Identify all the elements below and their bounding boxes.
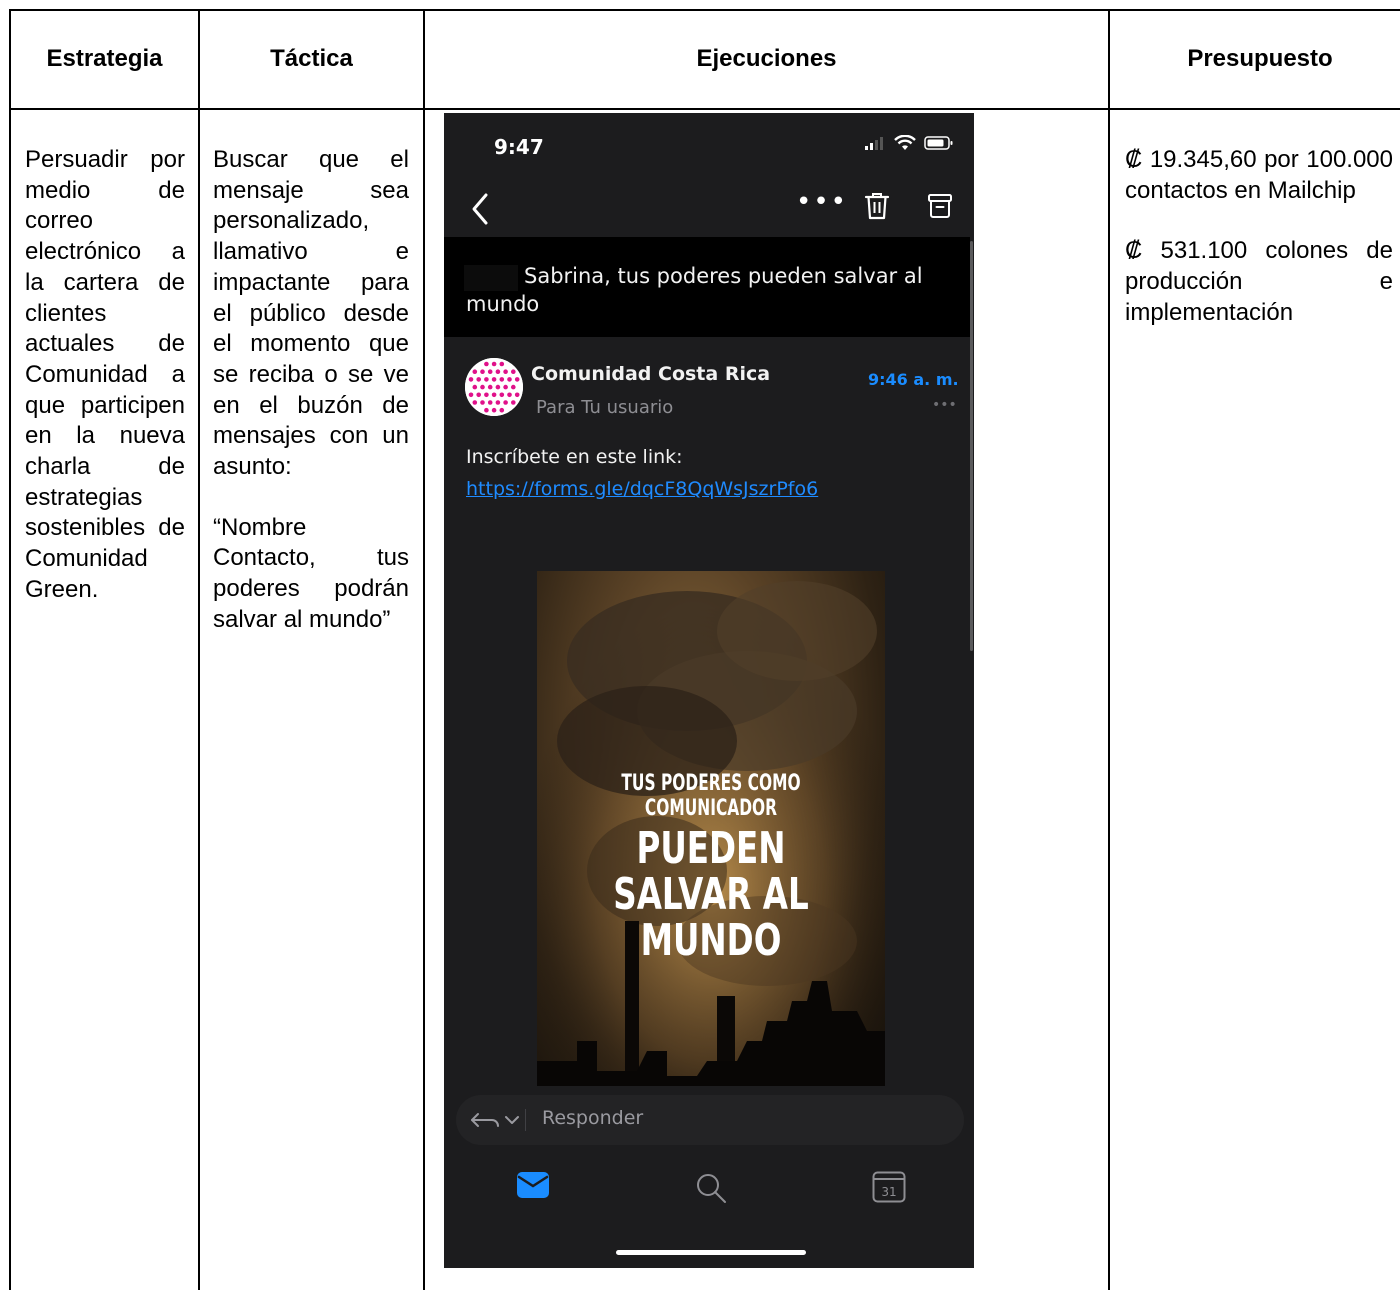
email-screenshot: 9:47 ••• Sabrina, tus poderes pueden sal… xyxy=(444,113,974,1268)
poster-subtitle: TUS PODERES COMO COMUNICADOR xyxy=(621,771,801,821)
calendar-tab-icon[interactable]: 31 xyxy=(872,1171,906,1203)
table-divider-2 xyxy=(423,9,425,1290)
back-chevron-icon[interactable] xyxy=(466,189,496,229)
poster-image: TUS PODERES COMO COMUNICADOR PUEDEN SALV… xyxy=(537,571,885,1086)
signal-icon xyxy=(865,137,883,150)
header-budget: Presupuesto xyxy=(1187,45,1333,72)
details-more-icon[interactable]: ••• xyxy=(932,397,957,413)
calendar-day: 31 xyxy=(881,1185,896,1199)
sender-time: 9:46 a. m. xyxy=(868,370,959,389)
wifi-icon xyxy=(894,135,916,150)
subject-band: Sabrina, tus poderes pueden salvar al mu… xyxy=(444,237,970,337)
table-border-left xyxy=(9,9,11,1290)
email-subject: Sabrina, tus poderes pueden salvar al mu… xyxy=(466,264,923,316)
scroll-indicator[interactable] xyxy=(970,241,973,651)
header-tactic: Táctica xyxy=(270,45,353,72)
table-border-header xyxy=(10,108,1400,110)
table-divider-3 xyxy=(1108,9,1110,1290)
tactic-cell: Buscar que el mensaje sea personalizado,… xyxy=(213,145,409,636)
sender-avatar xyxy=(465,358,523,416)
more-options-icon[interactable]: ••• xyxy=(796,187,848,217)
strategy-text: Persuadir por medio de correo electrónic… xyxy=(25,146,185,603)
archive-icon[interactable] xyxy=(927,193,953,219)
reply-placeholder: Responder xyxy=(542,1107,644,1129)
header-executions: Ejecuciones xyxy=(696,45,837,72)
email-link[interactable]: https://forms.gle/dqcF8QqWsJszrPfo6 xyxy=(466,478,818,500)
budget-item-1: ₡ 19.345,60 por 100.000 contactos en Mai… xyxy=(1125,146,1393,204)
sender-name: Comunidad Costa Rica xyxy=(531,363,771,385)
trash-icon[interactable] xyxy=(864,191,890,221)
status-bar: 9:47 xyxy=(444,113,974,175)
email-body-text: Inscríbete en este link: xyxy=(466,446,683,468)
mail-navbar: ••• xyxy=(444,181,974,237)
search-tab-icon[interactable] xyxy=(694,1171,728,1205)
mail-tab-icon[interactable] xyxy=(516,1171,550,1199)
tactic-text: Buscar que el mensaje sea personalizado,… xyxy=(213,146,409,481)
tactic-quote: “Nombre Contacto, tus poderes podrán sal… xyxy=(213,513,409,633)
header-strategy: Estrategia xyxy=(46,45,163,72)
status-icons xyxy=(864,135,954,151)
battery-icon xyxy=(924,136,953,150)
reply-bar[interactable]: Responder xyxy=(456,1095,964,1145)
home-indicator[interactable] xyxy=(616,1250,806,1255)
budget-cell: ₡ 19.345,60 por 100.000 contactos en Mai… xyxy=(1125,145,1393,329)
strategy-cell: Persuadir por medio de correo electrónic… xyxy=(25,145,185,606)
recipient-line: Para Tu usuario xyxy=(536,397,674,418)
poster-headline: PUEDEN SALVAR AL MUNDO xyxy=(613,823,809,966)
budget-item-2: ₡ 531.100 colones de producción e implem… xyxy=(1125,237,1393,326)
reply-arrow-icon[interactable] xyxy=(470,1107,526,1133)
table-divider-1 xyxy=(198,9,200,1290)
status-time: 9:47 xyxy=(494,135,544,159)
